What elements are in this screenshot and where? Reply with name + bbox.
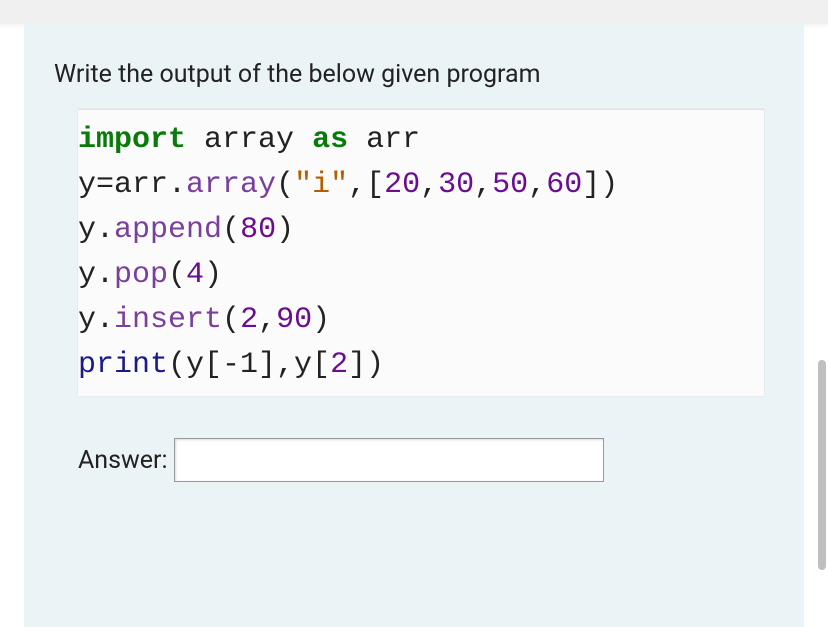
method-array: array (186, 168, 276, 202)
top-shadow (0, 0, 828, 24)
method-append: append (114, 213, 222, 247)
number-literal: 20 (384, 168, 420, 202)
scrollbar-track[interactable] (816, 0, 828, 627)
module-array: array (186, 123, 312, 157)
comma: , (420, 168, 438, 202)
number-literal: 4 (186, 258, 204, 292)
number-literal: 2 (330, 348, 348, 382)
number-literal: 90 (276, 303, 312, 337)
builtin-print: print (78, 348, 168, 382)
answer-label: Answer: (78, 446, 168, 475)
number-literal: 30 (438, 168, 474, 202)
number-literal: -1 (222, 348, 258, 382)
code-text: ,[ (348, 168, 384, 202)
question-card: Write the output of the below given prog… (24, 24, 804, 627)
paren-close: ]) (582, 168, 618, 202)
code-text: y. (78, 213, 114, 247)
comma: , (528, 168, 546, 202)
comma: , (258, 303, 276, 337)
paren-open: ( (222, 303, 240, 337)
code-line-1: import array as arr (78, 118, 756, 163)
code-text: ]) (348, 348, 384, 382)
code-text: y. (78, 303, 114, 337)
answer-input[interactable] (174, 438, 604, 482)
scrollbar-thumb[interactable] (818, 360, 826, 570)
keyword-as: as (312, 123, 348, 157)
paren-open: ( (276, 168, 294, 202)
number-literal: 60 (546, 168, 582, 202)
code-line-2: y=arr.array("i",[20,30,50,60]) (78, 163, 756, 208)
code-block: import array as arr y=arr.array("i",[20,… (78, 109, 764, 396)
paren-close: ) (276, 213, 294, 247)
code-text: (y[ (168, 348, 222, 382)
method-pop: pop (114, 258, 168, 292)
code-text: y=arr. (78, 168, 186, 202)
method-insert: insert (114, 303, 222, 337)
code-line-5: y.insert(2,90) (78, 298, 756, 343)
paren-close: ) (204, 258, 222, 292)
keyword-import: import (78, 123, 186, 157)
comma: , (474, 168, 492, 202)
number-literal: 80 (240, 213, 276, 247)
number-literal: 2 (240, 303, 258, 337)
question-prompt: Write the output of the below given prog… (54, 60, 774, 89)
code-line-4: y.pop(4) (78, 253, 756, 298)
answer-row: Answer: (78, 438, 774, 482)
code-line-6: print(y[-1],y[2]) (78, 343, 756, 388)
code-line-3: y.append(80) (78, 208, 756, 253)
alias-arr: arr (348, 123, 420, 157)
paren-open: ( (222, 213, 240, 247)
paren-close: ) (312, 303, 330, 337)
string-literal: "i" (294, 168, 348, 202)
number-literal: 50 (492, 168, 528, 202)
code-text: y. (78, 258, 114, 292)
paren-open: ( (168, 258, 186, 292)
code-text: ],y[ (258, 348, 330, 382)
